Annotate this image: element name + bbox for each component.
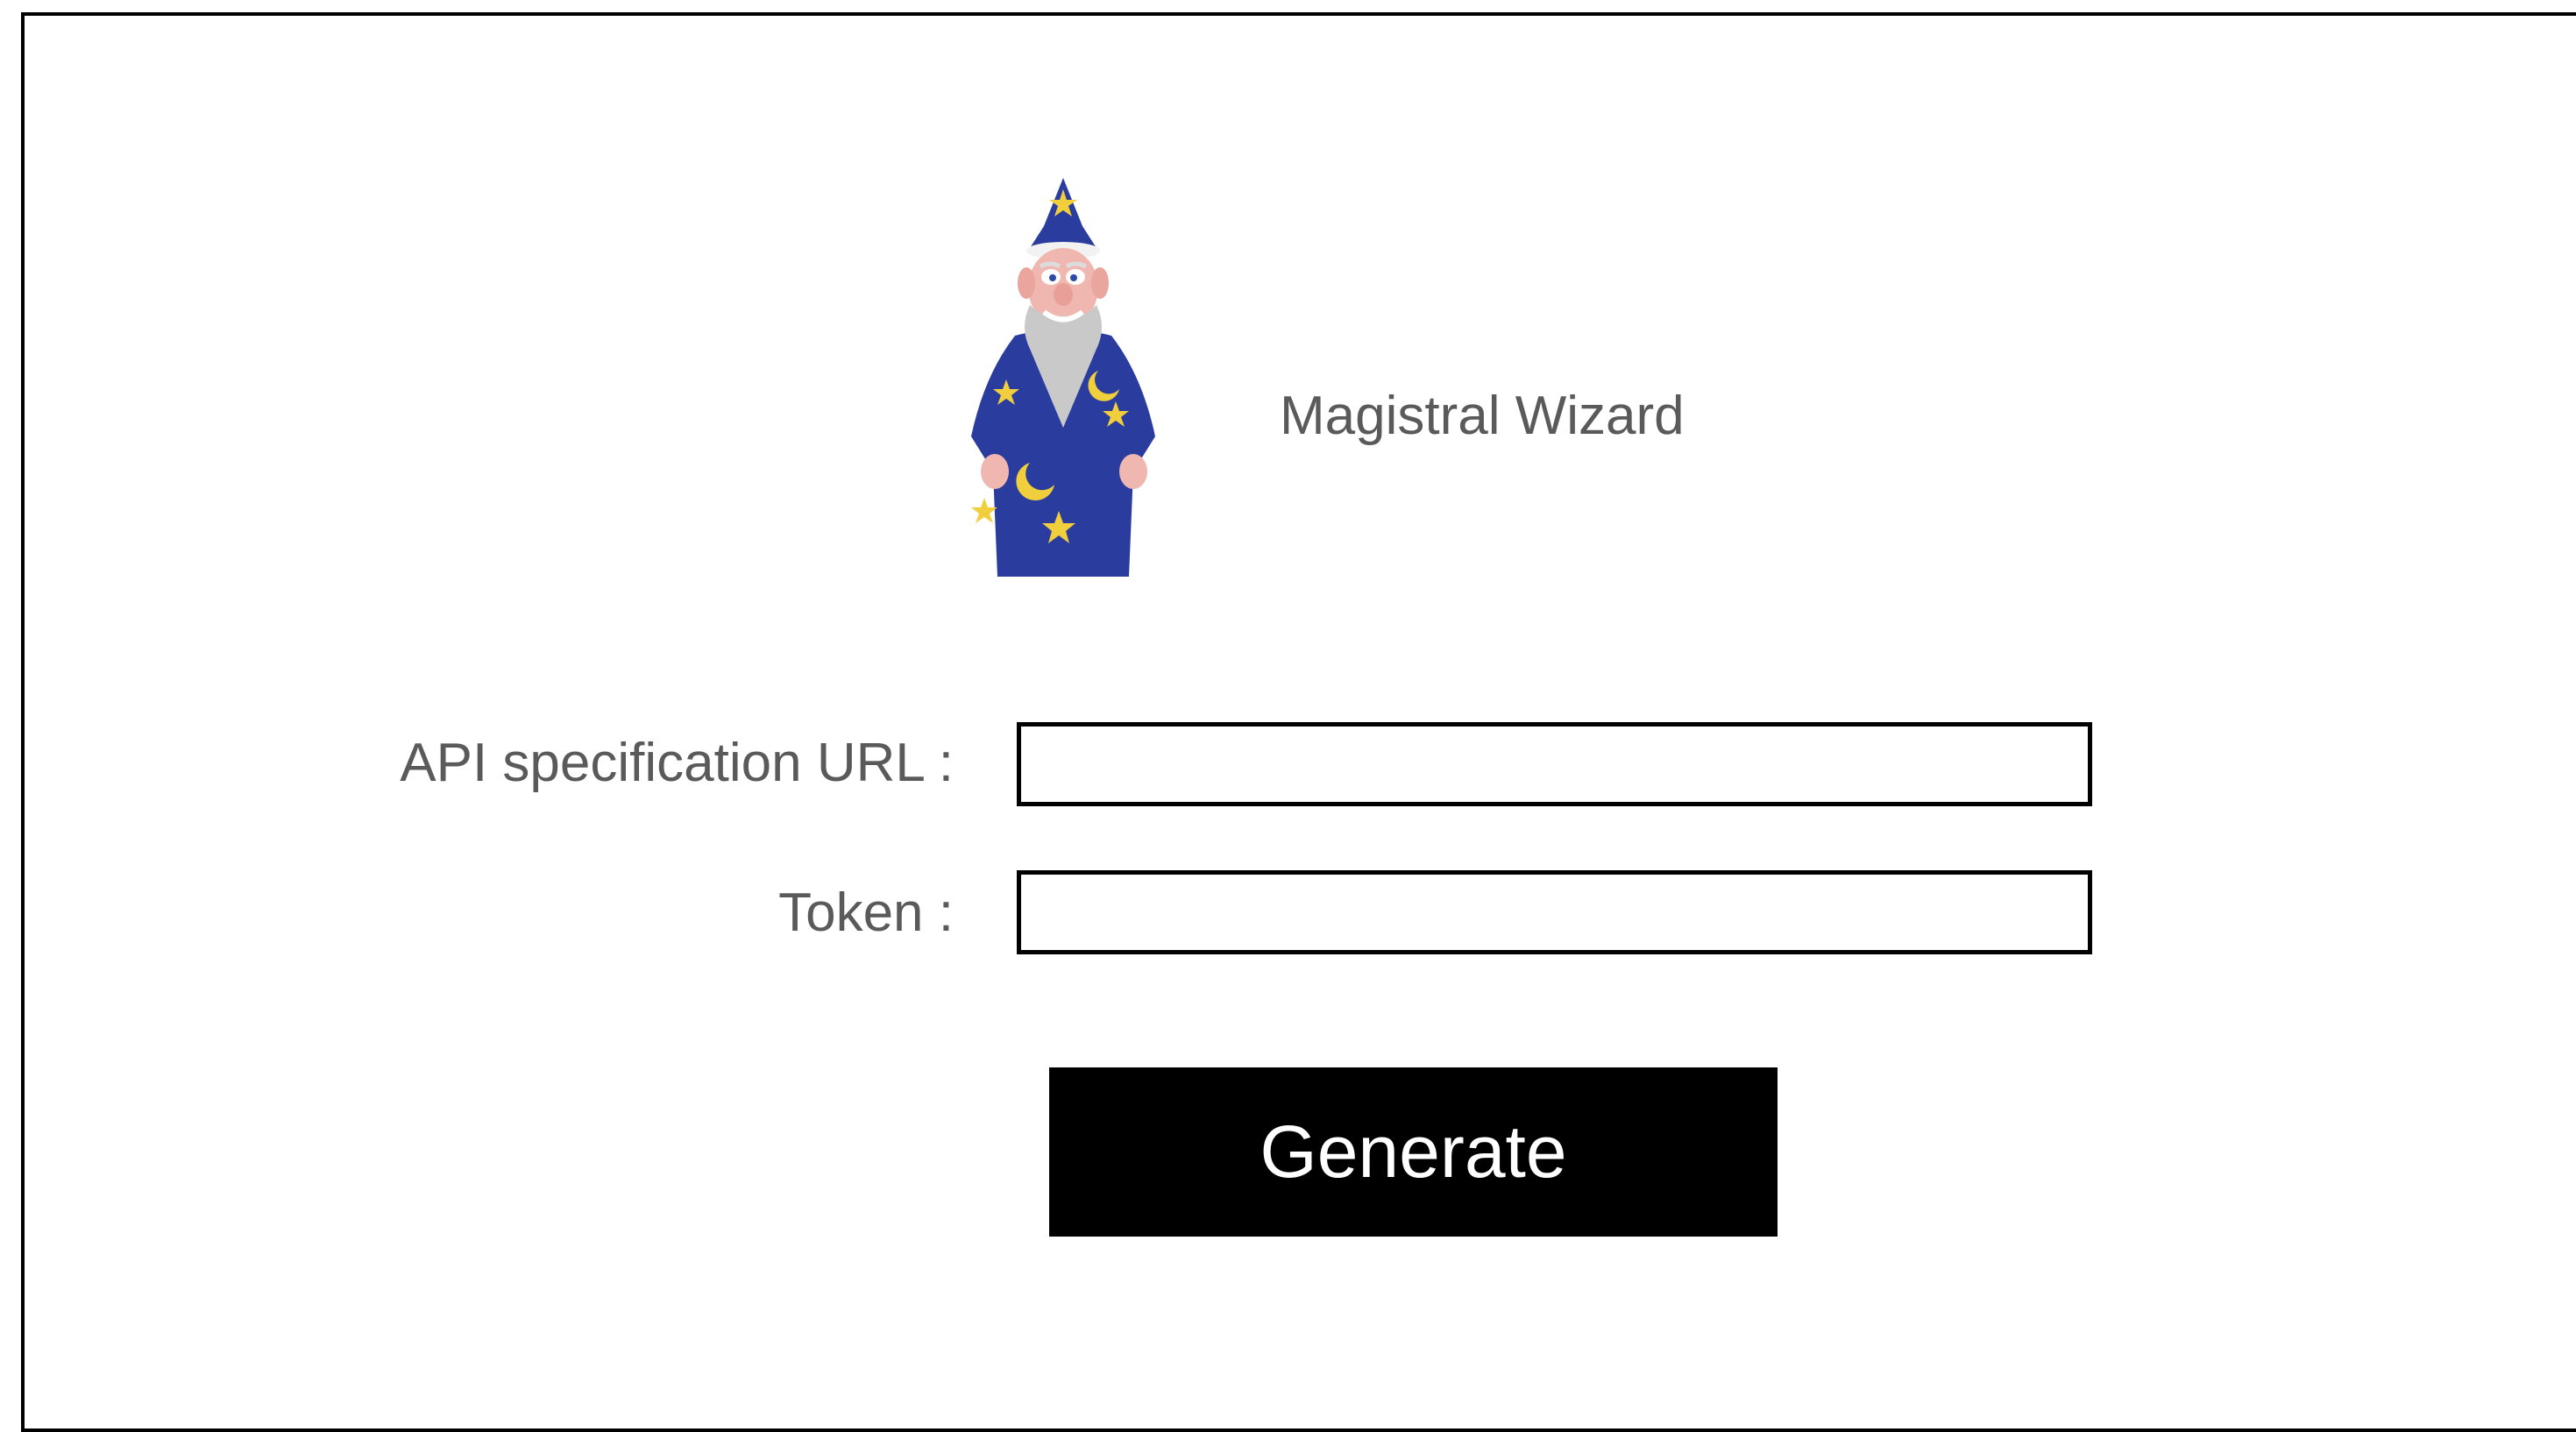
generate-button[interactable]: Generate xyxy=(1049,1067,1778,1237)
api-url-input[interactable] xyxy=(1017,722,2092,806)
wizard-icon xyxy=(932,174,1195,577)
token-input[interactable] xyxy=(1017,870,2092,954)
token-label: Token : xyxy=(778,883,954,943)
app-title: Magistral Wizard xyxy=(1280,386,1685,446)
app-window: Magistral Wizard API specification URL :… xyxy=(21,12,2576,1432)
api-url-label: API specification URL : xyxy=(400,733,954,793)
